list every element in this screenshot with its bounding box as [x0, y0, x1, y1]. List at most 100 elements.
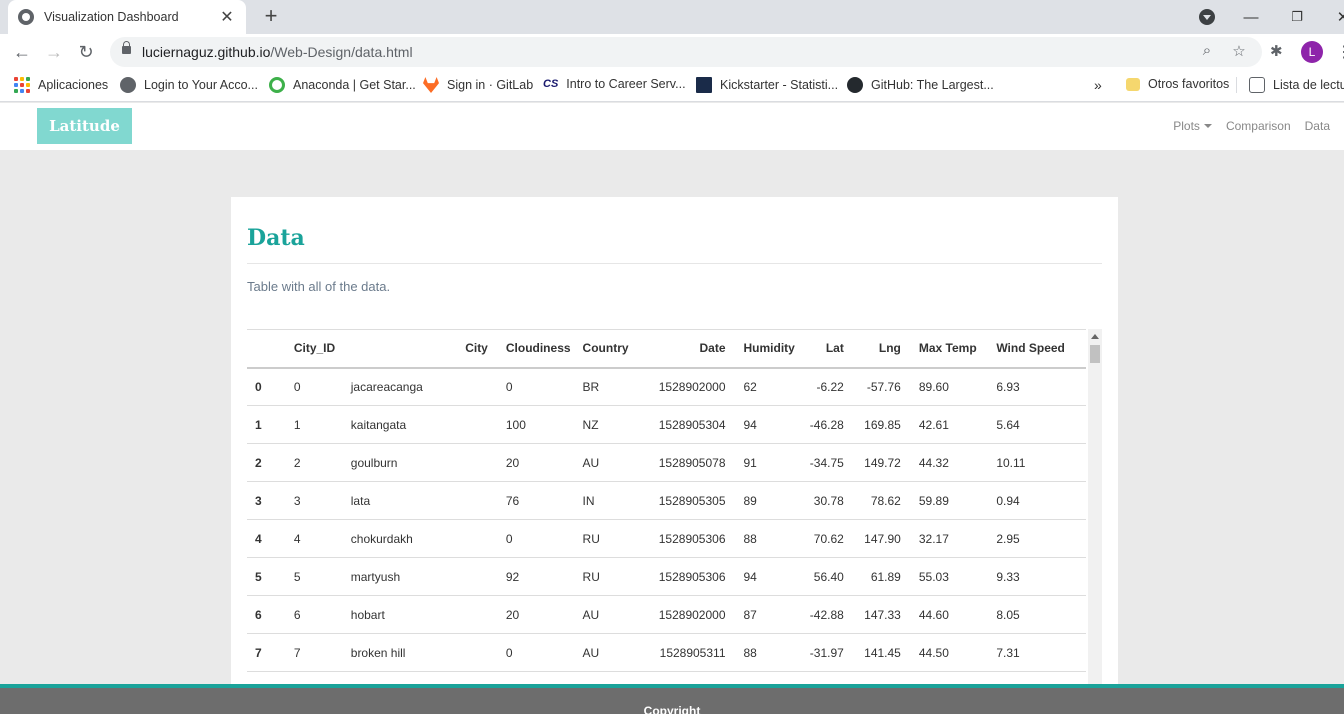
table-scrollbar[interactable] — [1088, 329, 1102, 687]
reload-icon[interactable]: ↻ — [74, 40, 98, 64]
column-header: City — [350, 329, 496, 369]
content-card: Data Table with all of the data. City_ID… — [231, 197, 1118, 687]
cs-icon: CS — [543, 78, 559, 90]
column-header: Lng — [849, 329, 907, 369]
lock-icon — [122, 41, 131, 54]
anaconda-icon — [269, 77, 285, 93]
bookmark-login[interactable]: Login to Your Acco... — [120, 77, 258, 93]
bookmark-kickstarter[interactable]: Kickstarter - Statisti... — [696, 77, 838, 93]
table-cell: 2 — [293, 443, 351, 482]
data-table: City_ID City Cloudiness Country Date Hum… — [247, 329, 1086, 672]
column-header: Wind Speed — [984, 329, 1086, 369]
tab-search-icon[interactable] — [1199, 9, 1215, 25]
table-cell: 76 — [495, 481, 571, 520]
nav-comparison[interactable]: Comparison — [1226, 119, 1291, 133]
gitlab-icon — [423, 77, 439, 93]
table-cell: 88 — [731, 633, 795, 672]
table-cell: 44.50 — [906, 633, 985, 672]
table-cell: 2.95 — [984, 519, 1086, 558]
table-cell: AU — [570, 633, 649, 672]
table-cell: 8.05 — [984, 595, 1086, 634]
nav-links: Plots Comparison Data — [1173, 119, 1330, 133]
table-cell: -46.28 — [794, 405, 850, 444]
address-bar[interactable]: luciernaguz.github.io/Web-Design/data.ht… — [110, 37, 1262, 67]
nav-plots-dropdown[interactable]: Plots — [1173, 119, 1212, 133]
table-cell: 78.62 — [849, 481, 907, 520]
table-cell: 0.94 — [984, 481, 1086, 520]
table-cell: 89 — [731, 481, 795, 520]
table-cell: 89.60 — [906, 367, 985, 406]
bookmarks-overflow[interactable]: » — [1094, 77, 1102, 93]
table-cell: 1 — [293, 405, 351, 444]
table-row: 5 5 martyush 92 RU 1528905306 94 56.40 61.89 55.0… — [247, 557, 1086, 596]
table-cell: NZ — [570, 405, 649, 444]
table-cell: martyush — [350, 557, 496, 596]
menu-icon[interactable]: ⋮ — [1336, 42, 1344, 62]
column-header — [247, 329, 294, 369]
table-cell: 3 — [293, 481, 351, 520]
table-header-row: City_ID City Cloudiness Country Date Hum… — [247, 329, 1086, 369]
apps-grid-icon — [14, 77, 30, 93]
table-cell: -57.76 — [849, 367, 907, 406]
table-cell: 70.62 — [794, 519, 850, 558]
table-cell: 1528905304 — [648, 405, 732, 444]
table-cell: 100 — [495, 405, 571, 444]
table-cell: 1528902000 — [648, 595, 732, 634]
table-cell: 44.60 — [906, 595, 985, 634]
reading-list[interactable]: Lista de lectura — [1236, 77, 1344, 93]
new-tab-button[interactable]: + — [260, 4, 282, 28]
table-cell: 87 — [731, 595, 795, 634]
table-cell: 7 — [293, 633, 351, 672]
table-cell: lata — [350, 481, 496, 520]
table-cell: 0 — [495, 633, 571, 672]
table-cell: 88 — [731, 519, 795, 558]
table-cell: 42.61 — [906, 405, 985, 444]
table-cell: 2 — [247, 443, 294, 482]
back-arrow-icon[interactable]: ← — [10, 40, 34, 64]
table-cell: 20 — [495, 595, 571, 634]
bookmark-folder-other[interactable]: Otros favoritos — [1126, 77, 1229, 91]
table-row: 3 3 lata 76 IN 1528905305 89 30.78 78.62 59.89 0.9… — [247, 481, 1086, 520]
table-cell: 0 — [293, 367, 351, 406]
bookmark-apps[interactable]: Aplicaciones — [14, 77, 108, 93]
table-cell: 32.17 — [906, 519, 985, 558]
bookmark-github[interactable]: GitHub: The Largest... — [847, 77, 994, 93]
table-cell: chokurdakh — [350, 519, 496, 558]
minimize-icon[interactable]: — — [1240, 9, 1262, 26]
globe-icon — [120, 77, 136, 93]
brand-logo[interactable]: Latitude — [37, 108, 132, 144]
table-cell: BR — [570, 367, 649, 406]
table-cell: 20 — [495, 443, 571, 482]
forward-arrow-icon[interactable]: → — [42, 40, 66, 64]
caret-down-icon — [1203, 124, 1212, 128]
table-cell: 3 — [247, 481, 294, 520]
table-row: 4 4 chokurdakh 0 RU 1528905306 88 70.62 147.90 32… — [247, 519, 1086, 558]
close-tab-icon[interactable]: ✕ — [218, 7, 236, 27]
close-window-icon[interactable]: ✕ — [1332, 8, 1344, 26]
bookmark-anaconda[interactable]: Anaconda | Get Star... — [269, 77, 416, 93]
table-cell: AU — [570, 443, 649, 482]
table-cell: 141.45 — [849, 633, 907, 672]
nav-data[interactable]: Data — [1305, 119, 1330, 133]
restore-icon[interactable]: ❐ — [1286, 9, 1308, 25]
table-cell: 7.31 — [984, 633, 1086, 672]
scrollbar-thumb[interactable] — [1090, 345, 1100, 363]
table-cell: -34.75 — [794, 443, 850, 482]
bookmark-career[interactable]: CS Intro to Career Serv... — [543, 77, 686, 91]
bookmark-gitlab[interactable]: Sign in · GitLab — [423, 77, 533, 93]
zoom-icon[interactable]: ⌕ — [1197, 42, 1217, 59]
table-cell: 55.03 — [906, 557, 985, 596]
scroll-up-icon[interactable] — [1091, 334, 1099, 339]
table-cell: 94 — [731, 405, 795, 444]
extensions-icon[interactable]: ✱ — [1270, 42, 1283, 60]
table-cell: 147.33 — [849, 595, 907, 634]
star-icon[interactable]: ☆ — [1229, 42, 1249, 60]
browser-tab[interactable]: Visualization Dashboard ✕ — [8, 0, 246, 34]
table-cell: 1528905305 — [648, 481, 732, 520]
table-cell: 149.72 — [849, 443, 907, 482]
table-cell: goulburn — [350, 443, 496, 482]
site-footer: Copyright — [0, 684, 1344, 714]
table-cell: 9.33 — [984, 557, 1086, 596]
profile-avatar[interactable]: L — [1301, 41, 1323, 63]
data-table-container[interactable]: City_ID City Cloudiness Country Date Hum… — [247, 329, 1102, 687]
